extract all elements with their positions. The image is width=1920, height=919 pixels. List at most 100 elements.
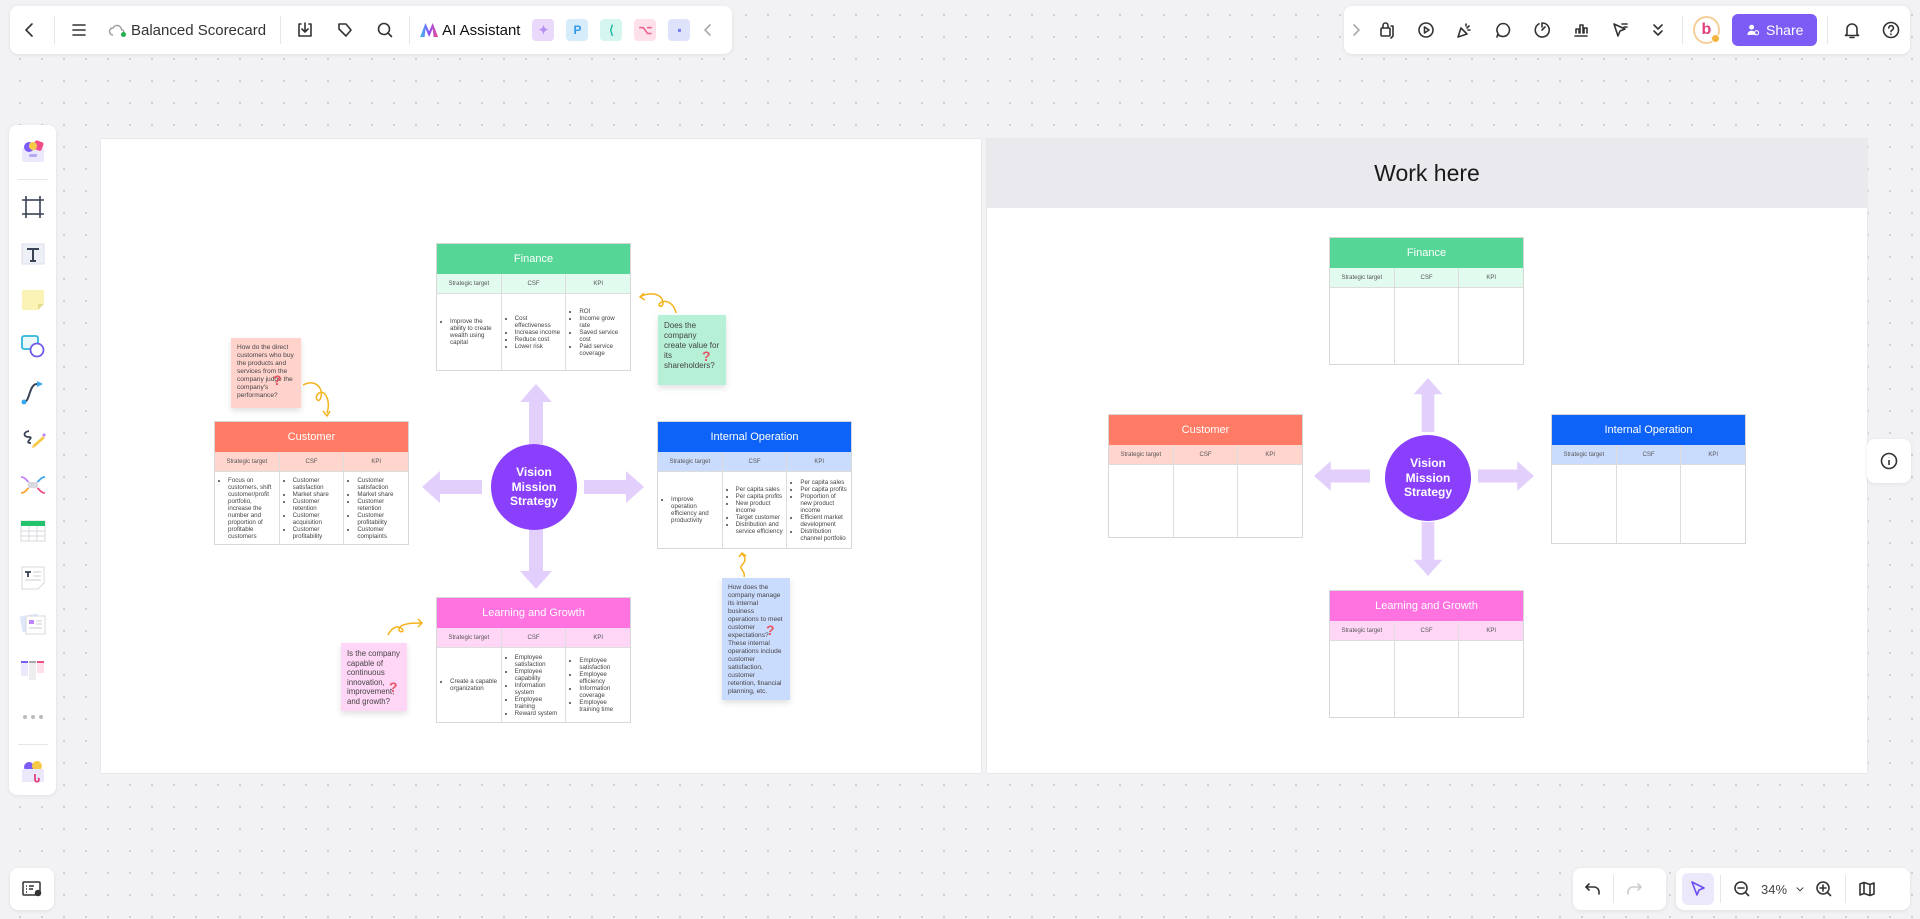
card-cell-kpi[interactable] [1238, 465, 1302, 537]
search-button[interactable] [365, 10, 405, 50]
notification-bell-icon[interactable] [1832, 10, 1871, 50]
card-cell-csf[interactable]: Customer satisfactionMarket shareCustome… [280, 472, 345, 544]
collapse-toolbar-button[interactable] [696, 10, 720, 50]
bullet-item: Proportion of new product income [800, 493, 848, 514]
customer-card-empty[interactable]: Customer Strategic target CSF KPI [1108, 414, 1303, 538]
learning-growth-card[interactable]: Learning and Growth Strategic target CSF KP… [436, 597, 631, 723]
back-button[interactable] [10, 10, 50, 50]
info-icon [1880, 452, 1898, 470]
shape-tool[interactable] [15, 329, 51, 363]
card-cell-csf[interactable]: Employee satisfactionEmployee capability… [502, 648, 567, 722]
text-document-tool[interactable] [15, 561, 51, 595]
sticky-note-finance[interactable]: Does the company create value for its sh… [658, 315, 726, 385]
finance-card[interactable]: FinanceStrategic targetCSF KPI Improve the… [436, 243, 631, 371]
learning-growth-card-empty[interactable]: Learning and Growth Strategic target CSF KP… [1329, 590, 1524, 718]
card-cell-kpi[interactable]: Employee satisfactionEmployee efficiency… [566, 648, 630, 722]
frame-tool[interactable] [15, 190, 51, 224]
select-tool-button[interactable] [1682, 873, 1714, 905]
share-button[interactable]: Share [1732, 14, 1818, 46]
presentation-app-icon[interactable]: P [566, 19, 589, 41]
card-cell-target[interactable] [1552, 465, 1617, 543]
sticky-note-learning[interactable]: Is the company capable of continuous inn… [341, 643, 407, 711]
mindmap-app-icon[interactable]: ⟨ [600, 19, 623, 41]
mindmap-tool[interactable] [15, 468, 51, 502]
outline-button[interactable] [10, 868, 54, 910]
lock-note-icon[interactable] [1367, 10, 1406, 50]
vision-mission-strategy-node[interactable]: Vision Mission Strategy [1385, 435, 1471, 521]
card-cell-csf[interactable] [1395, 288, 1460, 364]
download-button[interactable] [285, 10, 325, 50]
flowchart-app-icon[interactable]: ⌥ [634, 19, 657, 41]
card-cell-target[interactable] [1330, 641, 1395, 717]
templates-tool[interactable] [15, 135, 51, 169]
help-icon[interactable] [1871, 10, 1910, 50]
sticky-note-customer[interactable]: How do the direct customers who buy the … [231, 338, 301, 408]
laser-pointer-icon[interactable] [1600, 10, 1639, 50]
zoom-out-button[interactable] [1727, 869, 1757, 909]
tag-button[interactable] [325, 10, 365, 50]
kanban-tool[interactable] [15, 653, 51, 687]
column-header: Strategic target [1330, 268, 1395, 287]
workspace-frame[interactable]: Work here Vision Mission Strategy Finance S… [987, 139, 1867, 773]
card-column-headers: Strategic target CSF KPI [1330, 621, 1523, 641]
bullet-item: Per capita sales [736, 486, 784, 493]
document-title[interactable]: Balanced Scorecard [131, 22, 266, 39]
card-cell-kpi[interactable]: Customer satisfactionMarket shareCustome… [344, 472, 408, 544]
timer-icon[interactable] [1523, 10, 1562, 50]
celebrate-icon[interactable] [1445, 10, 1484, 50]
connector-tool[interactable] [15, 375, 51, 409]
question-mark-icon: ? [389, 679, 398, 695]
more-tools-button[interactable] [15, 700, 51, 734]
expand-toolbar-button[interactable] [1344, 10, 1367, 50]
vision-mission-strategy-node[interactable]: Vision Mission Strategy [491, 444, 577, 530]
sticky-note-tool[interactable] [15, 283, 51, 317]
card-cell-target[interactable]: Focus on customers, shift customer/profi… [215, 472, 280, 544]
card-cell-csf[interactable]: Cost effectivenessIncrease incomeReduce … [502, 294, 567, 370]
card-cell-target[interactable] [1109, 465, 1174, 537]
card-cell-target[interactable]: Improve operation efficiency and product… [658, 472, 723, 548]
ai-image-icon[interactable]: ✦ [532, 19, 555, 41]
card-cell-target[interactable] [1330, 288, 1395, 364]
internal-operation-card[interactable]: Internal Operation Strategic target CSF KPI… [657, 421, 852, 549]
zoom-dropdown-chevron[interactable] [1791, 869, 1809, 909]
zoom-in-button[interactable] [1809, 869, 1839, 909]
card-cell-kpi[interactable]: Per capita salesPer capita profitsPropor… [787, 472, 851, 548]
card-cell-csf[interactable] [1395, 641, 1460, 717]
app-store-tool[interactable] [15, 755, 51, 789]
card-cell-csf[interactable] [1174, 465, 1239, 537]
card-cell-csf[interactable] [1617, 465, 1682, 543]
user-avatar[interactable]: b [1692, 16, 1721, 44]
undo-button[interactable] [1573, 869, 1613, 909]
ai-assistant-button[interactable]: AI Assistant [414, 10, 526, 50]
redo-button[interactable] [1614, 869, 1654, 909]
menu-button[interactable] [59, 10, 99, 50]
minimap-button[interactable] [1852, 869, 1882, 909]
card-cell-target[interactable]: Improve the ability to create wealth usi… [437, 294, 502, 370]
mindmap-icon [20, 476, 45, 495]
zoom-level[interactable]: 34% [1761, 882, 1787, 897]
sticky-note-internal[interactable]: How does the company manage its internal… [722, 578, 790, 700]
text-tool[interactable] [15, 237, 51, 271]
more-tools-icon[interactable] [1639, 10, 1678, 50]
chat-app-icon[interactable]: ▪ [668, 19, 691, 41]
card-cell-kpi[interactable] [1681, 465, 1745, 543]
internal-operation-card-empty[interactable]: Internal Operation Strategic target CSF KPI [1551, 414, 1746, 544]
undo-redo-bar [1573, 868, 1666, 910]
customer-card[interactable]: CustomerStrategic targetCSF KPI Focus on c… [214, 421, 409, 545]
card-tool[interactable] [15, 607, 51, 641]
table-tool[interactable] [15, 514, 51, 548]
card-cell-target[interactable]: Create a capable organization [437, 648, 502, 722]
bullet-list: Cost effectivenessIncrease incomeReduce … [505, 315, 563, 350]
finance-card-empty[interactable]: Finance Strategic target CSF KPI [1329, 237, 1524, 365]
outline-list-icon [22, 881, 42, 897]
card-cell-kpi[interactable] [1459, 641, 1523, 717]
comment-icon[interactable] [1484, 10, 1523, 50]
card-cell-kpi[interactable] [1459, 288, 1523, 364]
play-presentation-icon[interactable] [1406, 10, 1445, 50]
card-cell-csf[interactable]: Per capita salesPer capita profitsNew pr… [723, 472, 788, 548]
pen-tool[interactable] [15, 422, 51, 456]
example-frame[interactable]: Vision Mission Strategy Finance Strategic t… [101, 139, 981, 773]
card-cell-kpi[interactable]: ROIIncome grow rateSaved service costPai… [566, 294, 630, 370]
info-button[interactable] [1867, 439, 1911, 483]
vote-chart-icon[interactable] [1561, 10, 1600, 50]
